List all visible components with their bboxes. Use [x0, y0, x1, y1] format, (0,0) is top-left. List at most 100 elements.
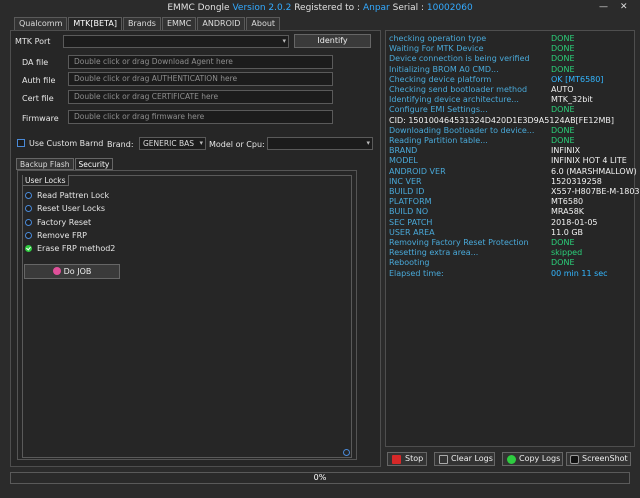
mtk-port-select[interactable]: ▾: [63, 35, 289, 48]
da-file-label: DA file: [22, 58, 49, 67]
tab-brands[interactable]: Brands: [122, 17, 161, 30]
log-value: MT6580: [551, 197, 584, 207]
cert-file-input[interactable]: Double click or drag CERTIFICATE here: [68, 90, 333, 104]
log-key: BRAND: [389, 146, 418, 156]
log-key: Checking send bootloader method: [389, 85, 528, 94]
log-value: OK [MT6580]: [551, 74, 604, 84]
log-row: BUILD ID X557-H807BE-M-180306V211: [389, 187, 640, 197]
log-row: Removing Factory Reset Protection DONE: [389, 238, 633, 248]
log-key: Device connection is being verified: [389, 54, 530, 64]
erase-frp-method2-label: Erase FRP method2: [37, 244, 116, 253]
log-value: DONE: [551, 64, 575, 74]
identify-button[interactable]: Identify: [294, 34, 371, 48]
log-key: Elapsed time:: [389, 268, 444, 278]
close-button[interactable]: ✕: [620, 2, 628, 12]
serial-label: Serial :: [392, 3, 424, 13]
custom-brand-checkbox[interactable]: [17, 139, 25, 147]
tab-security[interactable]: Security: [74, 158, 114, 170]
log-row: BUILD NO MRA58K: [389, 207, 633, 217]
log-value: DONE: [551, 258, 575, 268]
log-key: Initializing BROM A0 CMD...: [389, 64, 499, 74]
log-row: Initializing BROM A0 CMD... DONE: [389, 65, 633, 75]
copy-logs-button[interactable]: Copy Logs: [502, 452, 563, 466]
firmware-input[interactable]: Double click or drag firmware here: [68, 110, 333, 124]
log-key: Removing Factory Reset Protection: [389, 238, 529, 247]
log-row: SEC PATCH 2018-01-05: [389, 218, 633, 228]
log-row: INC VER 1520319258: [389, 177, 633, 187]
sub-tabs: Backup Flash Security: [16, 158, 114, 170]
log-row: checking operation type DONE: [389, 34, 633, 44]
brand-label: Brand:: [107, 140, 134, 149]
log-value: X557-H807BE-M-180306V211: [551, 187, 640, 196]
erase-frp-method2-radio[interactable]: [25, 245, 32, 252]
clear-icon: [439, 455, 448, 464]
log-row: Rebooting DONE: [389, 258, 633, 268]
registered-label: Registered to :: [294, 3, 361, 13]
da-file-input[interactable]: Double click or drag Download Agent here: [68, 55, 333, 69]
log-value: DONE: [551, 44, 575, 54]
remove-frp-label: Remove FRP: [37, 231, 87, 240]
brand-select[interactable]: GENERIC BAS ▾: [139, 137, 206, 150]
minimize-button[interactable]: —: [599, 2, 608, 12]
log-key: Configure EMI Settings...: [389, 105, 488, 115]
log-key: Resetting extra area...: [389, 248, 479, 258]
stop-icon: [392, 455, 401, 464]
model-select[interactable]: ▾: [267, 137, 373, 150]
title-bar: EMMC Dongle Version 2.0.2 Registered to …: [0, 0, 640, 18]
model-label: Model or Cpu:: [209, 140, 265, 149]
log-key: checking operation type: [389, 34, 487, 43]
chevron-down-icon: ▾: [366, 139, 370, 147]
log-row: PLATFORM MT6580: [389, 197, 633, 207]
factory-reset-label: Factory Reset: [37, 218, 92, 227]
log-value: INFINIX: [551, 146, 581, 156]
app-version: Version 2.0.2: [232, 3, 292, 13]
log-key: Reading Partition table...: [389, 136, 488, 145]
clear-logs-button[interactable]: Clear Logs: [434, 452, 495, 466]
screenshot-label: ScreenShot: [582, 454, 628, 463]
tab-mtk[interactable]: MTK[BETA]: [68, 17, 122, 30]
log-key: PLATFORM: [389, 197, 432, 207]
log-value: skipped: [551, 248, 583, 258]
log-key: Identifying device architecture...: [389, 95, 519, 105]
factory-reset-radio[interactable]: [25, 219, 32, 226]
tab-qualcomm[interactable]: Qualcomm: [14, 17, 68, 30]
log-key: INC VER: [389, 176, 422, 186]
remove-frp-radio[interactable]: [25, 232, 32, 239]
log-row: Elapsed time: 00 min 11 sec: [389, 269, 633, 279]
log-key: Downloading Bootloader to device...: [389, 125, 535, 135]
serial-number: 10002060: [426, 3, 473, 13]
log-value: INFINIX HOT 4 LITE: [551, 156, 627, 166]
auth-file-label: Auth file: [22, 76, 56, 85]
tab-about[interactable]: About: [246, 17, 281, 30]
log-key: Checking device platform: [389, 74, 492, 84]
reset-user-locks-radio[interactable]: [25, 205, 32, 212]
tab-emmc[interactable]: EMMC: [161, 17, 197, 30]
log-row: Reading Partition table... DONE: [389, 136, 633, 146]
log-row: ANDROID VER 6.0 (MARSHMALLOW): [389, 166, 637, 177]
log-value: DONE: [551, 238, 575, 247]
progress-bar: 0%: [10, 472, 630, 484]
log-key: ANDROID VER: [389, 166, 446, 176]
log-row: CID: 150100464531324D420D1E3D9A5124AB[FE…: [389, 116, 633, 126]
log-key: BUILD NO: [389, 207, 429, 217]
read-pattern-lock-radio[interactable]: [25, 192, 32, 199]
log-value: 11.0 GB: [551, 227, 584, 237]
stop-button[interactable]: Stop: [387, 452, 427, 466]
log-key: Waiting For MTK Device: [389, 44, 484, 54]
tab-backup-flash[interactable]: Backup Flash: [16, 158, 74, 170]
read-pattern-lock-label: Read Pattren Lock: [37, 191, 110, 200]
screenshot-button[interactable]: ScreenShot: [566, 452, 631, 466]
log-row: Device connection is being verified DONE: [389, 54, 633, 64]
log-row: Identifying device architecture... MTK_32…: [389, 95, 633, 105]
tab-android[interactable]: ANDROID: [197, 17, 246, 30]
chevron-down-icon: ▾: [199, 139, 203, 147]
auth-file-input[interactable]: Double click or drag AUTHENTICATION here: [68, 72, 333, 86]
log-row: Configure EMI Settings... DONE: [389, 105, 633, 115]
do-job-button[interactable]: Do JOB: [24, 264, 120, 279]
log-key: CID: 150100464531324D420D1E3D9A5124AB[FE…: [389, 115, 615, 125]
copy-icon: [507, 455, 516, 464]
log-row: USER AREA 11.0 GB: [389, 228, 633, 238]
log-row: MODEL INFINIX HOT 4 LITE: [389, 156, 633, 166]
custom-brand-label: Use Custom Barnd: [29, 139, 104, 148]
copy-logs-label: Copy Logs: [519, 454, 561, 463]
